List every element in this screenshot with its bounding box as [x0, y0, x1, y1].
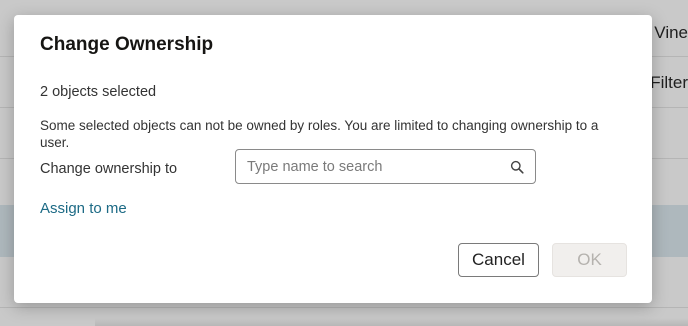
- search-icon[interactable]: [510, 160, 524, 174]
- background-blurred-text: [95, 318, 688, 326]
- background-row-text: Vine: [654, 23, 688, 42]
- dialog-title: Change Ownership: [40, 34, 214, 55]
- selected-count: 2 objects selected: [40, 84, 157, 100]
- cancel-button[interactable]: Cancel: [458, 243, 539, 277]
- change-ownership-dialog: Change Ownership 2 objects selected Some…: [14, 15, 652, 303]
- ok-button[interactable]: OK: [552, 243, 627, 277]
- owner-search-box[interactable]: [235, 149, 536, 184]
- ownership-notice: Some selected objects can not be owned b…: [40, 118, 599, 150]
- assign-to-me-link[interactable]: Assign to me: [40, 200, 127, 217]
- owner-search-input[interactable]: [247, 150, 497, 183]
- background-row-text: Filter: [650, 73, 688, 92]
- change-ownership-label: Change ownership to: [40, 161, 178, 177]
